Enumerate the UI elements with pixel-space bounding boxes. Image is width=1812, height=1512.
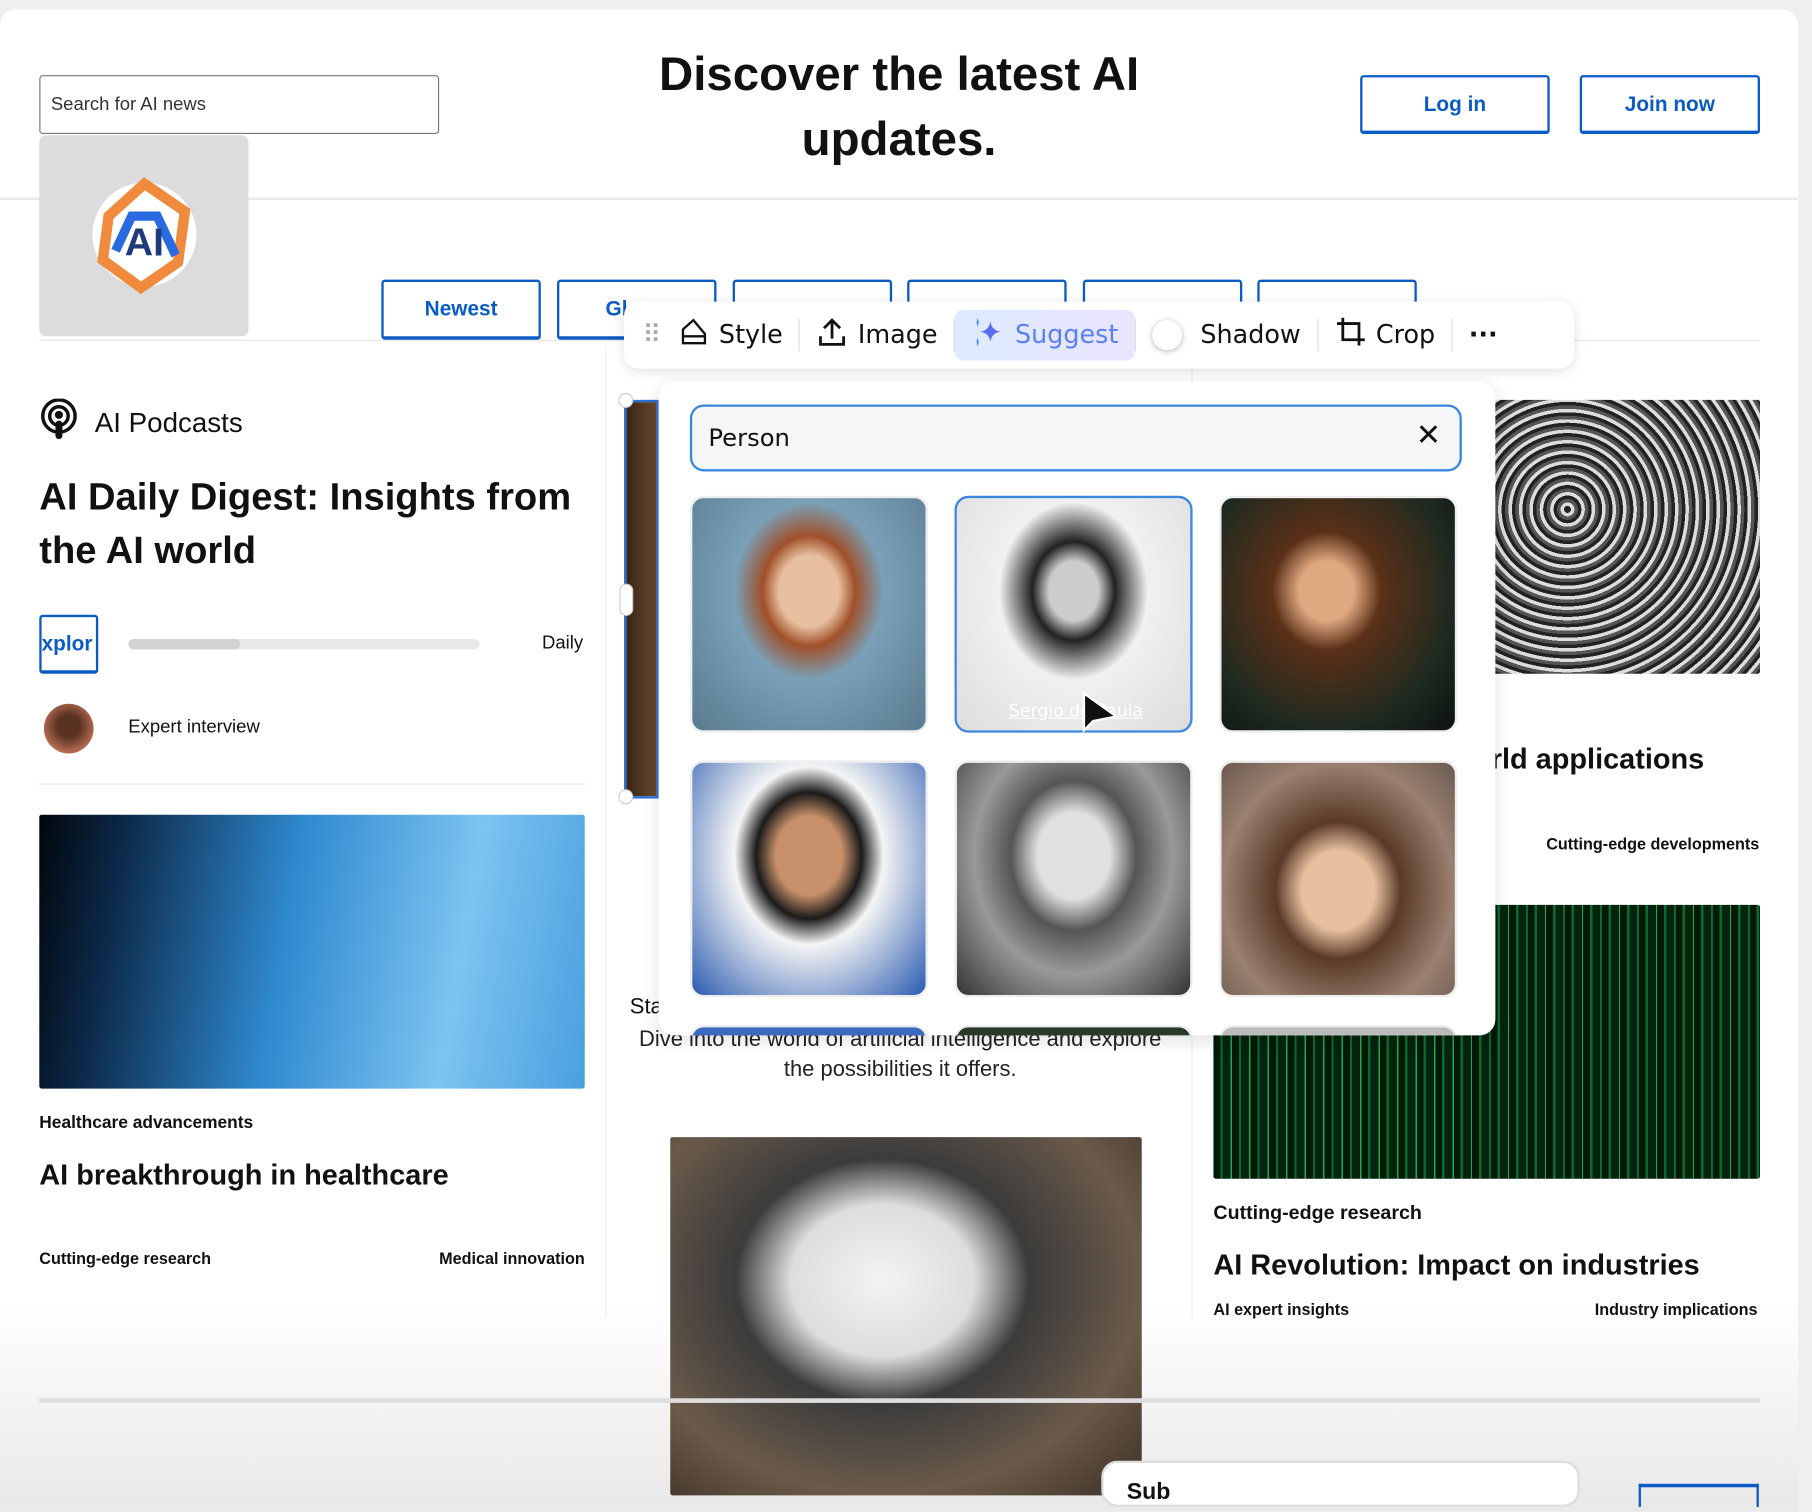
frequency-label: Daily bbox=[541, 633, 584, 653]
shadow-toggle[interactable]: Shadow bbox=[1136, 310, 1317, 361]
crop-button[interactable]: Crop bbox=[1318, 310, 1451, 361]
image-result[interactable] bbox=[689, 760, 928, 998]
image-result-selected[interactable]: Sergio de Paula bbox=[954, 495, 1193, 733]
svg-text:AI: AI bbox=[125, 220, 164, 264]
card-meta-left: Cutting-edge research bbox=[39, 1249, 212, 1268]
shadow-circle-icon bbox=[1151, 320, 1182, 351]
progress-fill bbox=[128, 639, 241, 650]
resize-handle[interactable] bbox=[619, 583, 634, 616]
clear-icon[interactable]: ✕ bbox=[1416, 418, 1441, 453]
tab-newest[interactable]: Newest bbox=[381, 279, 541, 340]
avatar bbox=[43, 703, 94, 754]
style-label: Style bbox=[718, 320, 783, 350]
healthcare-image[interactable] bbox=[39, 814, 585, 1089]
search-value: Person bbox=[708, 424, 790, 452]
progress-bar[interactable] bbox=[128, 639, 480, 650]
right-card-tag-2: Cutting-edge research bbox=[1213, 1201, 1422, 1224]
subscribe-box[interactable]: Sub bbox=[1101, 1460, 1580, 1507]
image-button[interactable]: Image bbox=[800, 310, 954, 361]
more-icon: ··· bbox=[1468, 320, 1498, 350]
right-card-tag: Cutting-edge developments bbox=[1546, 834, 1760, 853]
join-now-button[interactable]: Join now bbox=[1579, 75, 1760, 135]
crop-label: Crop bbox=[1375, 320, 1436, 350]
podcast-icon bbox=[39, 398, 78, 449]
image-toolbar: ⠿ Style Image Suggest Shadow Crop ··· bbox=[624, 301, 1574, 369]
resize-handle[interactable] bbox=[618, 789, 634, 805]
column-divider bbox=[605, 346, 607, 1318]
podcast-headline[interactable]: AI Daily Digest: Insights from the AI wo… bbox=[39, 470, 582, 576]
ai-logo-icon: AI bbox=[92, 177, 197, 295]
drag-handle-icon[interactable]: ⠿ bbox=[643, 321, 662, 350]
resize-handle[interactable] bbox=[618, 392, 634, 408]
right-card-title-2[interactable]: AI Revolution: Impact on industries bbox=[1213, 1249, 1699, 1283]
style-button[interactable]: Style bbox=[661, 310, 799, 361]
right-meta-right: Industry implications bbox=[1594, 1300, 1758, 1319]
section-title: AI Podcasts bbox=[94, 407, 243, 439]
footer-button[interactable] bbox=[1638, 1483, 1759, 1507]
upload-icon bbox=[816, 315, 848, 354]
image-result[interactable] bbox=[689, 495, 928, 733]
login-button[interactable]: Log in bbox=[1360, 75, 1550, 135]
image-result[interactable] bbox=[954, 1025, 1193, 1036]
shadow-label: Shadow bbox=[1200, 320, 1301, 350]
sparkle-icon bbox=[971, 314, 1006, 356]
right-meta-left: AI expert insights bbox=[1213, 1300, 1350, 1319]
image-result[interactable] bbox=[1219, 1025, 1458, 1036]
photo-credit-link[interactable]: Sergio de Paula bbox=[1009, 700, 1143, 721]
suggest-label: Suggest bbox=[1014, 320, 1119, 350]
more-options-button[interactable]: ··· bbox=[1453, 310, 1514, 361]
header-divider bbox=[0, 197, 1799, 200]
logo[interactable]: AI bbox=[39, 135, 249, 337]
explore-button[interactable]: xplor bbox=[39, 614, 99, 674]
crop-icon bbox=[1334, 315, 1366, 354]
right-card-title[interactable]: rld applications bbox=[1491, 743, 1705, 777]
image-result[interactable] bbox=[689, 1025, 928, 1036]
page-title: Discover the latest AI updates. bbox=[659, 47, 1140, 166]
card-title[interactable]: AI breakthrough in healthcare bbox=[39, 1159, 448, 1193]
image-result[interactable] bbox=[954, 760, 1193, 998]
section-header: AI Podcasts bbox=[39, 398, 243, 449]
robot-image[interactable] bbox=[670, 1137, 1142, 1496]
search-input[interactable]: Search for AI news bbox=[39, 75, 440, 135]
image-result[interactable] bbox=[1219, 495, 1458, 733]
image-search-input[interactable]: Person ✕ bbox=[689, 404, 1462, 472]
paint-bucket-icon bbox=[677, 315, 709, 354]
image-suggest-popup: Person ✕ Sergio de Paula bbox=[658, 381, 1496, 1036]
suggest-button[interactable]: Suggest bbox=[954, 309, 1135, 361]
mouse-cursor-icon bbox=[1082, 691, 1121, 741]
card-tag: Healthcare advancements bbox=[39, 1112, 254, 1133]
card-meta-right: Medical innovation bbox=[439, 1249, 585, 1268]
footer-divider bbox=[39, 1398, 1760, 1403]
image-result[interactable] bbox=[1219, 760, 1458, 998]
crowd-image[interactable] bbox=[1484, 399, 1760, 674]
image-label: Image bbox=[857, 320, 938, 350]
interview-label: Expert interview bbox=[128, 717, 260, 738]
divider bbox=[39, 783, 585, 785]
